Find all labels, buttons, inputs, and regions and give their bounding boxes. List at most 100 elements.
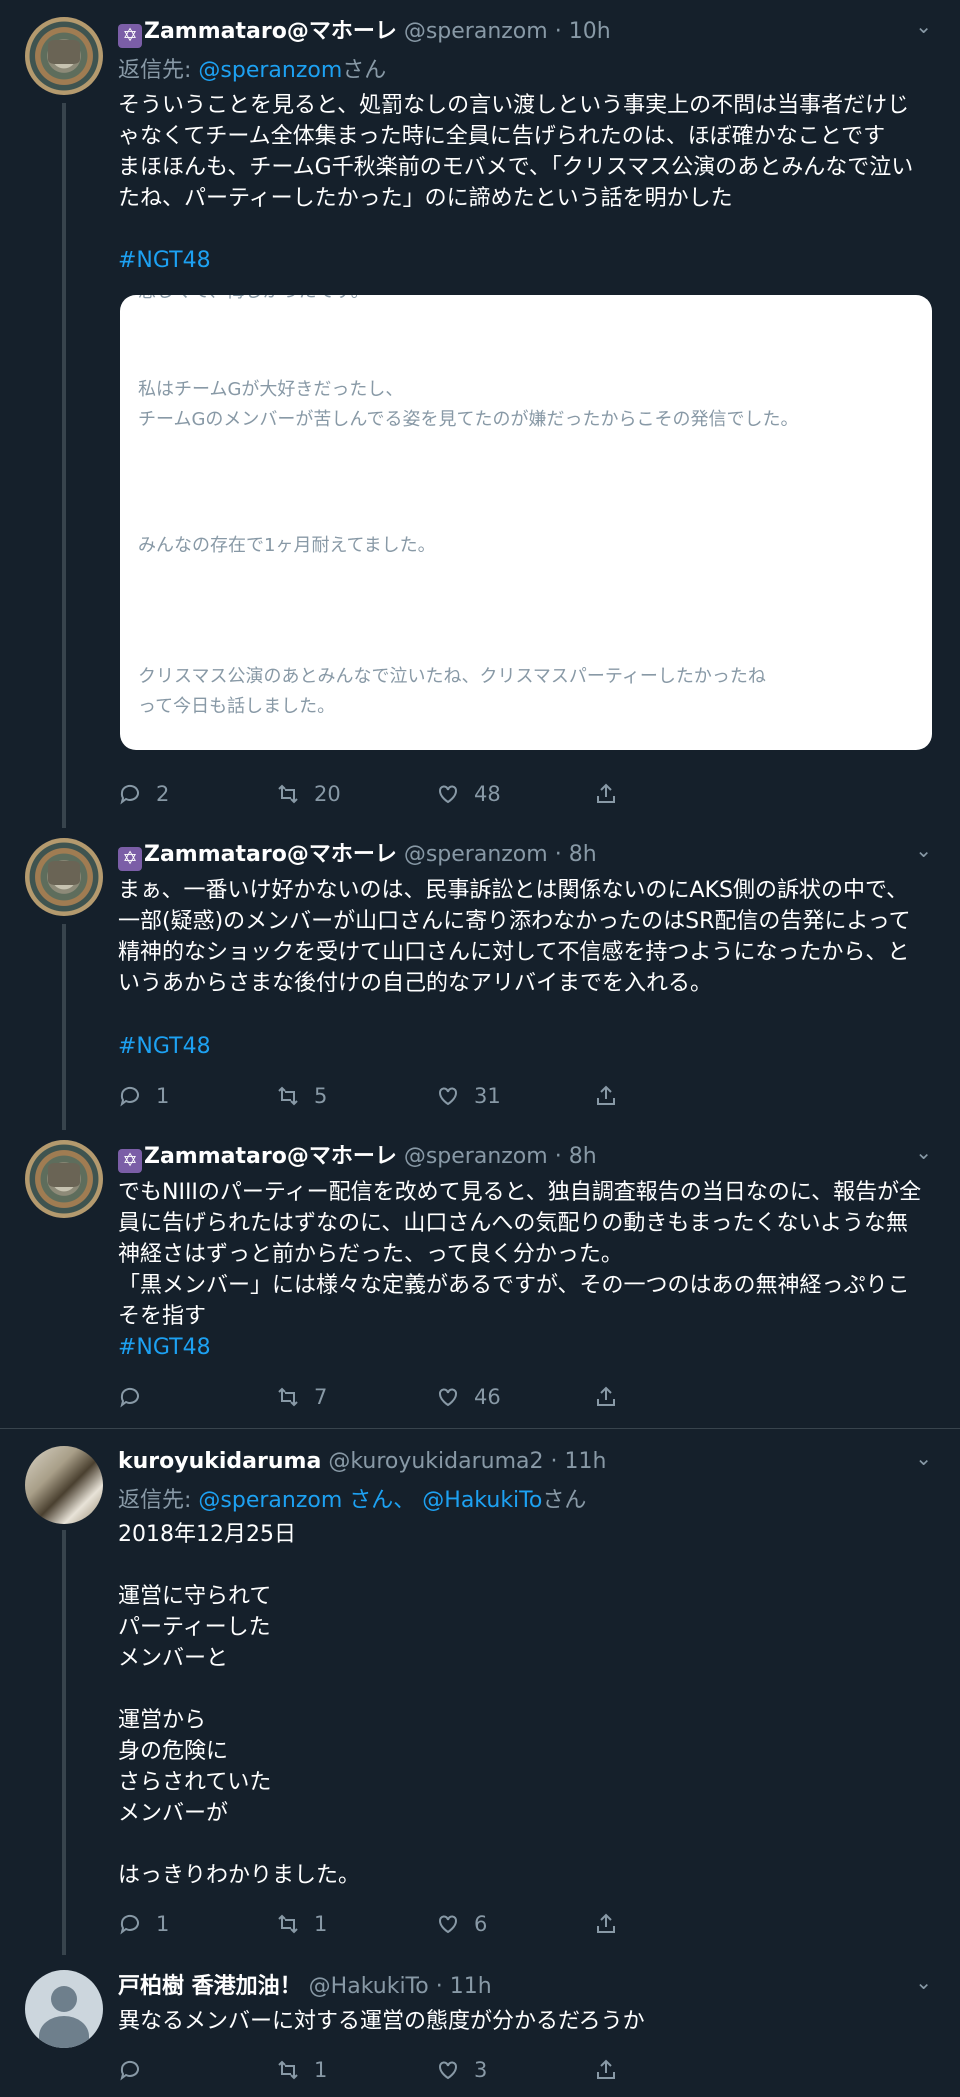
heart-icon: [439, 1087, 457, 1106]
reply-count: 2: [156, 782, 170, 806]
reply-icon: [120, 1914, 139, 1935]
like-count: 48: [474, 782, 501, 806]
mention-link[interactable]: @speranzom: [198, 1488, 342, 1513]
retweet-button[interactable]: 1: [276, 2055, 327, 2085]
replying-to: 返信先: @speranzom さん、 @HakukiToさん: [118, 1488, 587, 1513]
like-count: 46: [474, 1385, 501, 1409]
avatar[interactable]: [25, 1446, 103, 1524]
retweet-button[interactable]: 7: [276, 1382, 327, 1412]
reply-button[interactable]: 2: [118, 779, 169, 809]
reply-button[interactable]: [118, 2055, 156, 2085]
mention-link[interactable]: @HakukiTo: [422, 1488, 542, 1513]
retweet-icon: [278, 784, 298, 804]
user-handle[interactable]: @kuroyukidaruma2: [328, 1449, 543, 1474]
like-button[interactable]: 46: [436, 1382, 501, 1412]
tweet-header: 戸柏樹 香港加油！ @HakukiTo · 11h: [118, 1972, 492, 2002]
like-button[interactable]: 31: [436, 1081, 501, 1111]
display-name[interactable]: Zammataro@マホーレ: [144, 19, 397, 44]
share-button[interactable]: [594, 1909, 618, 1939]
thread-line: [62, 924, 66, 1130]
heart-icon: [439, 1915, 457, 1934]
replying-to: 返信先: @speranzomさん: [118, 58, 387, 83]
tweet-header: ✡ Zammataro@マホーレ @speranzom · 8h: [118, 1142, 597, 1173]
chevron-down-icon[interactable]: ⌄: [915, 1970, 932, 1994]
tweet-text: 異なるメンバーに対する運営の態度が分かるだろうか: [118, 2009, 645, 2034]
tweet-header: ✡ Zammataro@マホーレ @speranzom · 10h: [118, 17, 611, 48]
retweet-count: 1: [314, 1912, 328, 1936]
user-handle[interactable]: @speranzom: [404, 1144, 548, 1169]
hashtag-link[interactable]: #NGT48: [118, 1034, 211, 1059]
like-button[interactable]: 48: [436, 779, 501, 809]
retweet-count: 1: [314, 2058, 328, 2082]
share-button[interactable]: [594, 779, 618, 809]
separator-dot: ·: [554, 1144, 562, 1169]
user-handle[interactable]: @speranzom: [404, 19, 548, 44]
card-text-3: クリスマス公演のあとみんなで泣いたね、クリスマスパーティーしたかったね って今日…: [138, 666, 766, 717]
like-button[interactable]: 6: [436, 1909, 487, 1939]
separator-dot: ·: [550, 1449, 558, 1474]
tweet-text: でもNIIIのパーティー配信を改めて見ると、独自調査報告の当日なのに、報告が全員…: [118, 1180, 922, 1329]
avatar[interactable]: [25, 1140, 103, 1218]
reply-count: 1: [156, 1084, 170, 1108]
star-of-david-icon: ✡: [118, 24, 142, 48]
separator-dot: ·: [435, 1974, 443, 1999]
like-button[interactable]: 3: [436, 2055, 487, 2085]
heart-icon: [439, 785, 457, 804]
share-icon: [597, 1085, 615, 1105]
retweet-icon: [278, 1086, 298, 1106]
reply-icon: [120, 1086, 139, 1107]
share-icon: [597, 1386, 615, 1406]
retweet-button[interactable]: 5: [276, 1081, 327, 1111]
like-count: 6: [474, 1912, 488, 1936]
mention-link[interactable]: @speranzom: [198, 58, 342, 83]
share-icon: [597, 1913, 615, 1933]
tweet-text: そういうことを見ると、処罰なしの言い渡しという事実上の不問は当事者だけじゃなくて…: [118, 93, 914, 211]
share-icon: [597, 783, 615, 803]
display-name[interactable]: Zammataro@マホーレ: [144, 1144, 397, 1169]
reply-button[interactable]: [118, 1382, 156, 1412]
tweet-header: ✡ Zammataro@マホーレ @speranzom · 8h: [118, 840, 597, 871]
retweet-button[interactable]: 20: [276, 779, 341, 809]
like-count: 31: [474, 1084, 501, 1108]
tweet-text: 2018年12月25日 運営に守られて パーティーした メンバーと 運営から 身…: [118, 1522, 361, 1888]
default-avatar-icon[interactable]: [25, 1970, 103, 2048]
reply-count: 1: [156, 1912, 170, 1936]
user-handle[interactable]: @HakukiTo: [309, 1974, 429, 1999]
hashtag-link[interactable]: #NGT48: [118, 248, 211, 273]
share-button[interactable]: [594, 1382, 618, 1412]
retweet-count: 7: [314, 1385, 328, 1409]
conversation-divider: [0, 1428, 960, 1429]
image-card[interactable]: 悲しくて、悔しかったです。 私はチームGが大好きだったし、 チームGのメンバーが…: [120, 295, 932, 750]
timestamp[interactable]: 8h: [569, 842, 597, 867]
share-icon: [597, 2059, 615, 2079]
avatar[interactable]: [25, 17, 103, 95]
chevron-down-icon[interactable]: ⌄: [915, 838, 932, 862]
hashtag-link[interactable]: #NGT48: [118, 1335, 211, 1360]
chevron-down-icon[interactable]: ⌄: [915, 1446, 932, 1470]
user-handle[interactable]: @speranzom: [404, 842, 548, 867]
avatar[interactable]: [25, 838, 103, 916]
heart-icon: [439, 1388, 457, 1407]
display-name[interactable]: 戸柏樹 香港加油！: [118, 1974, 302, 1999]
display-name[interactable]: kuroyukidaruma: [118, 1449, 321, 1474]
card-text-1: 私はチームGが大好きだったし、 チームGのメンバーが苦しんでる姿を見てたのが嫌だ…: [138, 379, 799, 430]
separator-dot: ·: [554, 842, 562, 867]
tweet-text: まぁ、一番いけ好かないのは、民事訴訟とは関係ないのにAKS側の訴状の中で、一部(…: [118, 878, 911, 996]
card-text-2: みんなの存在で1ヶ月耐えてました。: [138, 535, 436, 556]
retweet-icon: [278, 2060, 298, 2080]
chevron-down-icon[interactable]: ⌄: [915, 1140, 932, 1164]
timestamp[interactable]: 11h: [565, 1449, 607, 1474]
chevron-down-icon[interactable]: ⌄: [915, 14, 932, 38]
share-button[interactable]: [594, 2055, 618, 2085]
display-name[interactable]: Zammataro@マホーレ: [144, 842, 397, 867]
retweet-icon: [278, 1387, 298, 1407]
reply-button[interactable]: 1: [118, 1081, 169, 1111]
timestamp[interactable]: 11h: [450, 1974, 492, 1999]
tweet-header: kuroyukidaruma @kuroyukidaruma2 · 11h: [118, 1447, 606, 1477]
timestamp[interactable]: 10h: [569, 19, 611, 44]
retweet-button[interactable]: 1: [276, 1909, 327, 1939]
star-of-david-icon: ✡: [118, 1149, 142, 1173]
reply-button[interactable]: 1: [118, 1909, 169, 1939]
share-button[interactable]: [594, 1081, 618, 1111]
timestamp[interactable]: 8h: [569, 1144, 597, 1169]
